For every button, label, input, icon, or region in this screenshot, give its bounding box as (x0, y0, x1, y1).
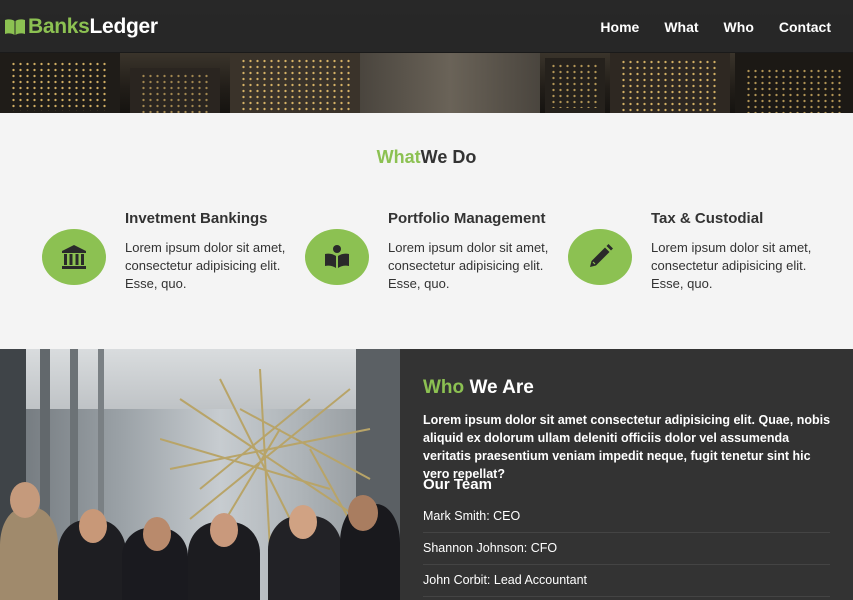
brand-name-second: Ledger (89, 15, 159, 38)
pencil-icon (590, 244, 613, 267)
title-accent: Who (423, 377, 465, 398)
nav-link-what[interactable]: What (664, 19, 698, 35)
nav-link-home[interactable]: Home (600, 19, 639, 35)
title-accent: What (376, 147, 421, 167)
who-description: Lorem ipsum dolor sit amet consectetur a… (423, 413, 831, 481)
service-title: Portfolio Management (388, 210, 546, 227)
nav-link-who[interactable]: Who (724, 19, 754, 35)
title-rest: We Do (420, 147, 477, 167)
service-text: Lorem ipsum dolor sit amet, consectetur … (651, 240, 812, 291)
service-text: Lorem ipsum dolor sit amet, consectetur … (388, 240, 549, 291)
service-icon-circle (305, 229, 369, 285)
bank-icon (62, 245, 86, 269)
city-skyline-image (0, 53, 853, 113)
service-title: Invetment Bankings (125, 210, 268, 227)
team-list: Mark Smith: CEO Shannon Johnson: CFO Joh… (423, 501, 830, 597)
main-nav: Home What Who Contact (575, 19, 831, 35)
team-heading: Our Team (423, 476, 492, 493)
book-icon (5, 19, 25, 35)
brand-name-first: Banks (28, 15, 90, 38)
service-icon-circle (42, 229, 106, 285)
service-text: Lorem ipsum dolor sit amet, consectetur … (125, 240, 286, 291)
who-we-are-section: Who We Are Lorem ipsum dolor sit amet co… (400, 349, 853, 600)
hero-banner: Banks Ledger Home What Who Contact (0, 0, 853, 113)
brand-logo[interactable]: Banks Ledger (4, 14, 158, 40)
service-investment-banking: Invetment Bankings Lorem ipsum dolor sit… (42, 210, 292, 310)
navbar: Banks Ledger Home What Who Contact (0, 0, 853, 53)
team-member: Mark Smith: CEO (423, 501, 830, 533)
section-title-who: Who We Are (423, 377, 534, 399)
team-photo (0, 349, 400, 600)
team-member: Shannon Johnson: CFO (423, 533, 830, 565)
team-member: John Corbit: Lead Accountant (423, 565, 830, 597)
service-icon-circle (568, 229, 632, 285)
reader-icon (325, 245, 349, 268)
service-tax-custodial: Tax & Custodial Lorem ipsum dolor sit am… (568, 210, 818, 310)
section-title-what: WhatWe Do (0, 147, 853, 168)
title-rest: We Are (469, 377, 534, 398)
service-portfolio-management: Portfolio Management Lorem ipsum dolor s… (305, 210, 555, 310)
nav-link-contact[interactable]: Contact (779, 19, 831, 35)
service-title: Tax & Custodial (651, 210, 764, 227)
what-we-do-section: WhatWe Do Invetment Bankings Lorem ipsum… (0, 113, 853, 349)
